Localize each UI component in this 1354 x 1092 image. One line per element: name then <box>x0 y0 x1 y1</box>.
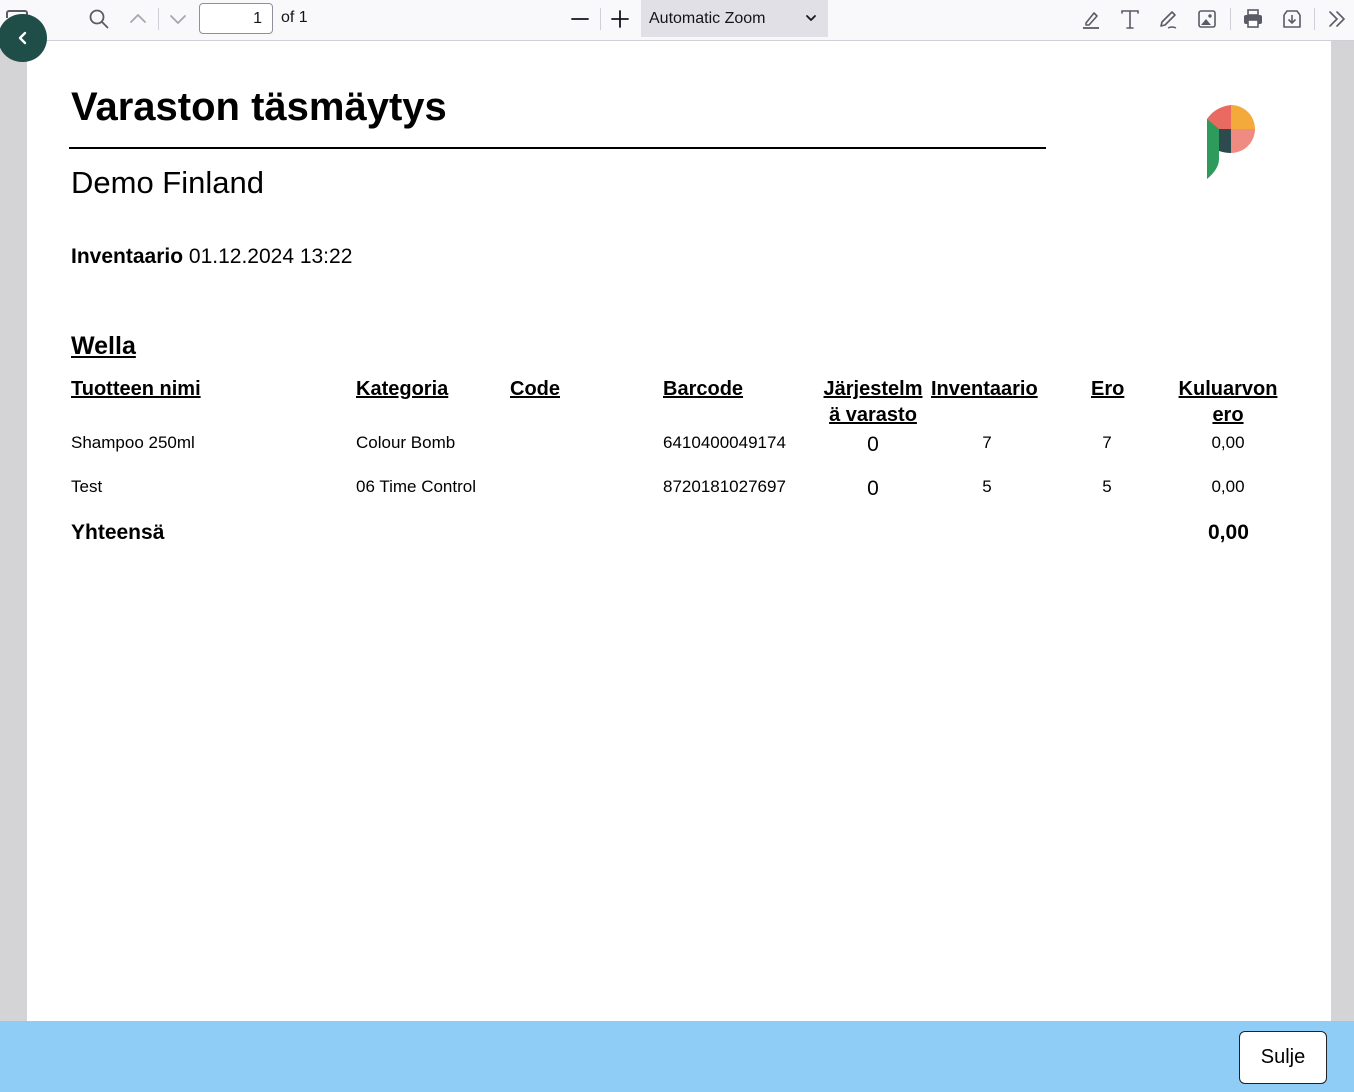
title-divider <box>69 147 1046 149</box>
cell-cost-diff: 0,00 <box>1211 433 1245 452</box>
column-header-diff: Ero <box>1091 378 1125 400</box>
total-value: 0,00 <box>1208 521 1249 544</box>
cell-diff: 5 <box>1102 477 1112 496</box>
chevron-down-icon[interactable] <box>163 4 193 34</box>
page-number-input[interactable] <box>199 3 273 34</box>
column-header-name: Tuotteen nimi <box>71 378 201 400</box>
cell-cost-diff: 0,00 <box>1211 477 1245 496</box>
cell-category: 06 Time Control <box>356 477 476 496</box>
company-logo <box>1207 105 1255 179</box>
cell-name: Test <box>71 477 103 496</box>
company-name: Demo Finland <box>71 165 264 200</box>
pdf-page: Varaston täsmäytys Demo Finland Inventaa… <box>27 41 1331 1021</box>
document-title: Varaston täsmäytys <box>71 85 447 129</box>
more-tools-icon[interactable] <box>1322 4 1352 34</box>
chevron-down-icon <box>806 15 816 21</box>
image-icon[interactable] <box>1192 4 1222 34</box>
back-chevron-icon <box>18 31 26 45</box>
total-label: Yhteensä <box>71 521 165 544</box>
group-title: Wella <box>71 332 136 360</box>
text-icon[interactable] <box>1115 4 1145 34</box>
column-header-category: Kategoria <box>356 378 449 400</box>
zoom-out-icon[interactable] <box>565 4 595 34</box>
cell-diff: 7 <box>1102 433 1112 452</box>
back-button[interactable] <box>0 14 47 62</box>
column-header-system-stock-line2: ä varasto <box>829 404 917 426</box>
cell-system-stock: 0 <box>867 433 879 456</box>
cell-system-stock: 0 <box>867 477 879 500</box>
cell-name: Shampoo 250ml <box>71 433 195 452</box>
column-header-code: Code <box>510 378 560 400</box>
column-header-inventory: Inventaario <box>931 378 1038 400</box>
download-icon[interactable] <box>1277 4 1307 34</box>
inventory-label: Inventaario <box>71 245 184 268</box>
cell-category: Colour Bomb <box>356 433 456 452</box>
inventory-line: Inventaario 01.12.2024 13:22 <box>71 245 352 269</box>
column-header-cost-diff: Kuluarvon ero <box>1173 376 1283 428</box>
close-button[interactable]: Sulje <box>1239 1031 1327 1084</box>
zoom-in-icon[interactable] <box>605 4 635 34</box>
chevron-up-icon[interactable] <box>123 4 153 34</box>
print-icon[interactable] <box>1238 4 1268 34</box>
zoom-select-value: Automatic Zoom <box>649 9 766 27</box>
cell-barcode: 8720181027697 <box>663 477 786 496</box>
column-header-cost-diff-line1: Kuluarvon <box>1178 378 1278 400</box>
cell-inventory: 7 <box>982 433 992 452</box>
column-header-cost-diff-line2: ero <box>1212 404 1244 426</box>
highlight-icon[interactable] <box>1076 4 1106 34</box>
pdf-toolbar: of 1 Automatic Zoom <box>0 0 1354 41</box>
cell-inventory: 5 <box>982 477 992 496</box>
cell-barcode: 6410400049174 <box>663 433 786 452</box>
column-header-system-stock-line1: Järjestelm <box>823 378 923 400</box>
inventory-datetime: 01.12.2024 13:22 <box>188 245 353 268</box>
search-icon[interactable] <box>84 4 114 34</box>
column-header-barcode: Barcode <box>663 378 744 400</box>
footer-bar: Sulje <box>0 1021 1354 1092</box>
zoom-select[interactable]: Automatic Zoom <box>641 0 828 37</box>
page-count: of 1 <box>281 9 308 26</box>
draw-icon[interactable] <box>1153 4 1183 34</box>
column-header-system-stock: Järjestelm ä varasto <box>817 376 929 428</box>
